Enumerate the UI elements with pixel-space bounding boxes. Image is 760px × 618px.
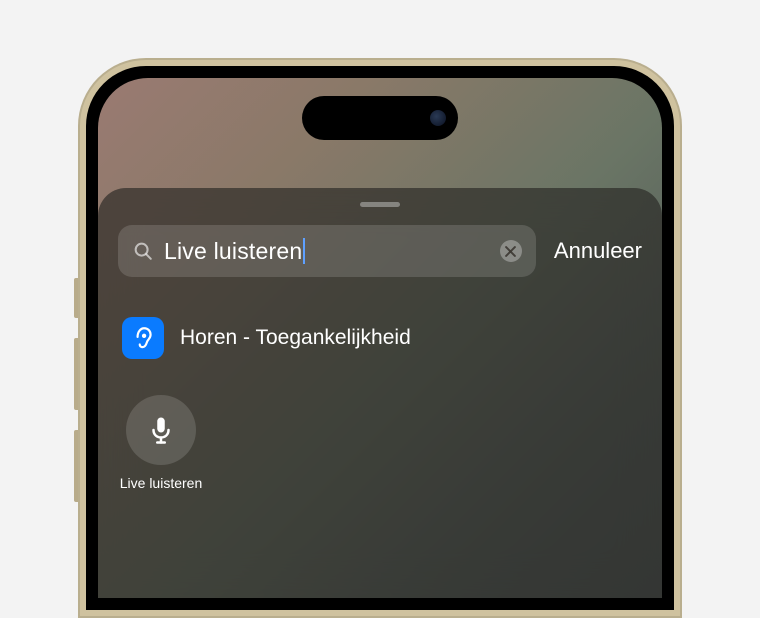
mic-icon [126,395,196,465]
cancel-button[interactable]: Annuleer [554,238,642,264]
text-caret [303,238,305,264]
tile-label: Live luisteren [118,475,204,491]
live-listen-tile[interactable]: Live luisteren [118,395,204,491]
search-input[interactable]: Live luisteren [164,238,490,265]
side-buttons [74,278,78,522]
search-row: Live luisteren Annuleer [118,225,642,277]
dynamic-island [302,96,458,140]
clear-search-button[interactable] [500,240,522,262]
search-icon [132,240,154,262]
search-field[interactable]: Live luisteren [118,225,536,277]
phone-screen: Live luisteren Annuleer [98,78,662,598]
ear-icon [122,317,164,359]
front-camera [430,110,446,126]
spotlight-sheet: Live luisteren Annuleer [98,188,662,598]
sheet-grabber[interactable] [360,202,400,207]
phone-frame: Live luisteren Annuleer [78,58,682,618]
search-result-row[interactable]: Horen - Toegankelijkheid [118,311,642,365]
search-result-label: Horen - Toegankelijkheid [180,326,411,350]
phone-bezel: Live luisteren Annuleer [86,66,674,610]
